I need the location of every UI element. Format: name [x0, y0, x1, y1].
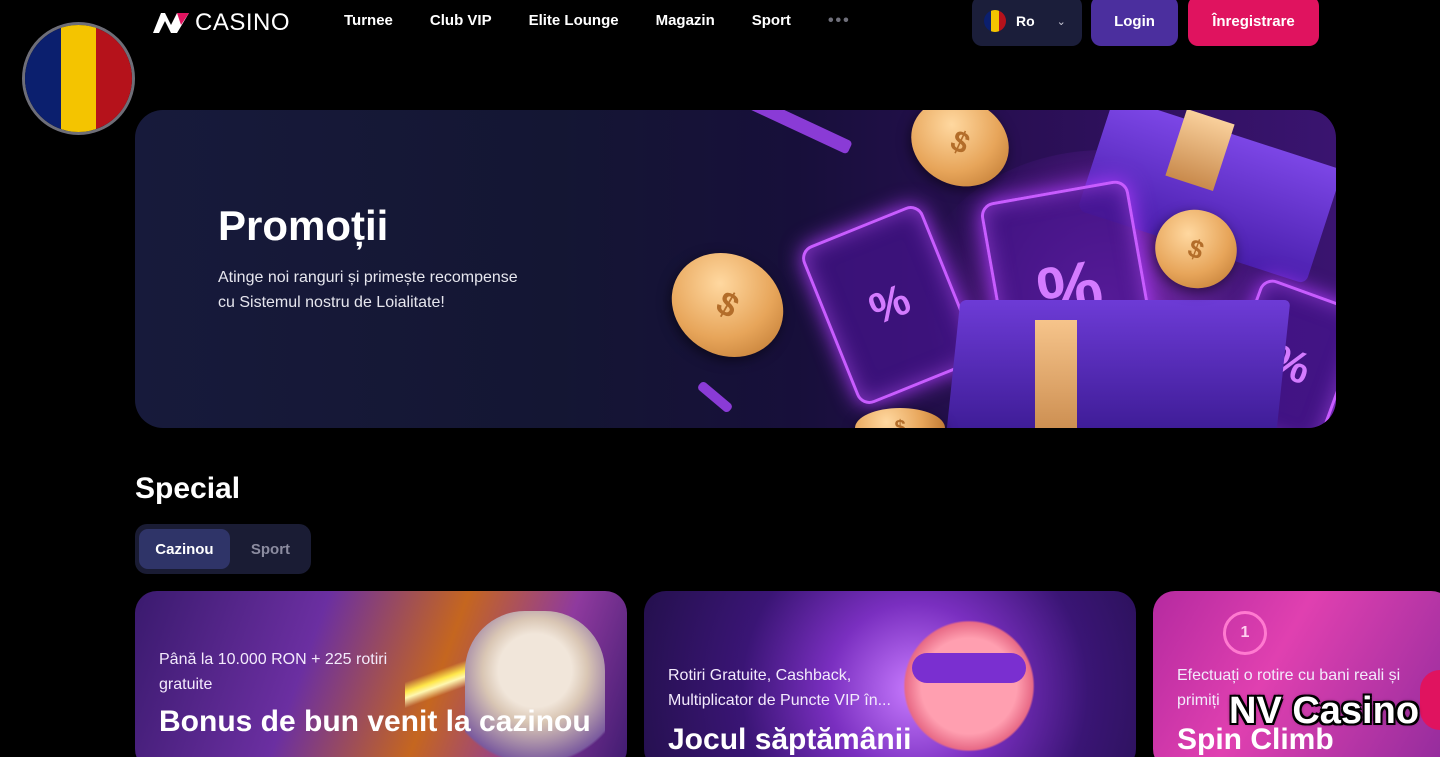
watermark: NV Casino — [1229, 690, 1420, 732]
step-badge: 1 — [1223, 611, 1267, 655]
login-button[interactable]: Login — [1091, 0, 1178, 46]
confetti-ribbon — [696, 380, 734, 414]
tab-sport[interactable]: Sport — [234, 529, 307, 569]
nav-item-sport[interactable]: Sport — [752, 12, 791, 30]
nav-item-magazin[interactable]: Magazin — [656, 12, 715, 30]
top-header: CASINO Turnee Club VIP Elite Lounge Maga… — [0, 0, 1440, 50]
chevron-down-icon: ⌄ — [1056, 15, 1066, 28]
confetti-ribbon — [747, 110, 853, 155]
page-title: Promoții — [218, 202, 389, 249]
romania-flag-badge — [22, 22, 135, 135]
nav-item-turnee[interactable]: Turnee — [344, 12, 393, 30]
tab-cazinou[interactable]: Cazinou — [139, 529, 230, 569]
romania-flag-icon — [984, 10, 1006, 32]
nav-item-elite-lounge[interactable]: Elite Lounge — [529, 12, 619, 30]
promo-card-subtitle: Rotiri Gratuite, Cashback, Multiplicator… — [668, 667, 891, 709]
gift-box — [945, 300, 1291, 428]
pig-mask — [912, 653, 1026, 683]
main-nav: Turnee Club VIP Elite Lounge Magazin Spo… — [344, 12, 888, 30]
nv-logo-icon — [153, 13, 189, 33]
promotions-hero-banner: % % % $ $ $ $ Promoții Atinge noi rangur… — [135, 110, 1336, 428]
nv-casino-logo[interactable]: CASINO — [151, 9, 290, 37]
dollar-coin-icon: $ — [855, 408, 945, 428]
register-button[interactable]: Înregistrare — [1188, 0, 1319, 46]
promo-card-subtitle: Până la 10.000 RON + 225 rotiri gratuite — [159, 651, 388, 693]
promo-card-game-of-week[interactable]: Rotiri Gratuite, Cashback, Multiplicator… — [644, 591, 1136, 757]
language-label: Ro — [1016, 13, 1035, 29]
nav-more-icon[interactable]: ••• — [828, 12, 851, 30]
hero-description: Atinge noi ranguri și primește recompens… — [218, 269, 518, 311]
language-selector[interactable]: Ro ⌄ — [972, 0, 1082, 46]
gift-ribbon — [1035, 320, 1077, 428]
chat-icon[interactable] — [1420, 670, 1440, 730]
promo-card-welcome-bonus[interactable]: Până la 10.000 RON + 225 rotiri gratuite… — [135, 591, 627, 757]
promo-card-title: Jocul săptămânii — [668, 723, 912, 756]
dollar-coin-icon: $ — [652, 232, 803, 378]
logo-text: CASINO — [195, 9, 291, 36]
special-section-title: Special — [135, 472, 241, 505]
nav-item-club-vip[interactable]: Club VIP — [430, 12, 492, 30]
promo-card-title: Bonus de bun venit la cazinou — [159, 705, 591, 738]
special-tabs: Cazinou Sport — [135, 524, 311, 574]
